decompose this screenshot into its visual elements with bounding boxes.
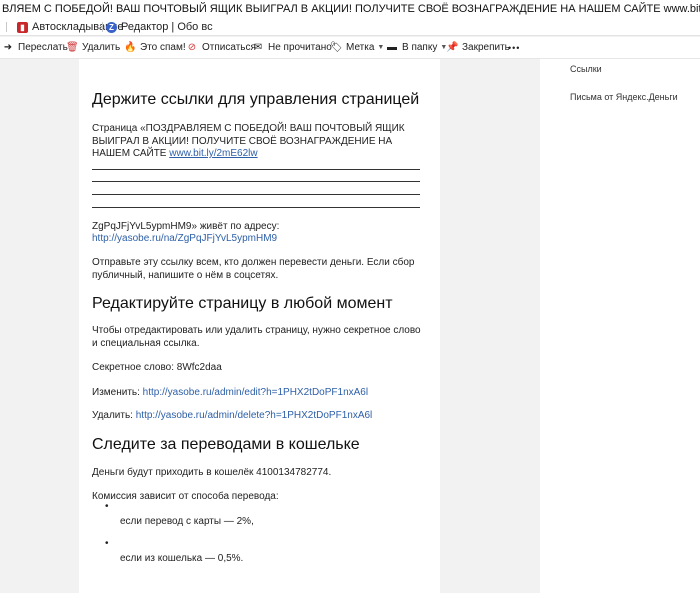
unsubscribe-label: Отписаться bbox=[202, 42, 256, 53]
links-filter[interactable]: Ссылки bbox=[570, 64, 602, 74]
delete-label: Удалить: bbox=[92, 410, 133, 421]
section-title-links: Держите ссылки для управления страницей bbox=[92, 91, 420, 108]
folder-icon: ▬ bbox=[387, 42, 397, 53]
email-body: Держите ссылки для управления страницей … bbox=[79, 59, 440, 593]
bullet-dot: • bbox=[105, 501, 109, 512]
list-item: если перевод с карты — 2%, bbox=[120, 516, 254, 527]
spam-button[interactable]: 🔥 Это спам! bbox=[124, 37, 186, 59]
pin-icon: 📌 bbox=[446, 42, 459, 53]
zen-icon: Z bbox=[106, 21, 117, 33]
delete-line: Удалить: http://yasobe.ru/admin/delete?h… bbox=[92, 410, 427, 423]
delete-url-link[interactable]: http://yasobe.ru/admin/delete?h=1PHX2tDo… bbox=[136, 410, 373, 421]
right-sidebar: Ссылки Письма от Яндекс.Деньги bbox=[540, 59, 700, 593]
chevron-down-icon: ▼ bbox=[377, 44, 385, 51]
envelope-icon: ✉ bbox=[253, 42, 263, 53]
spam-label: Это спам! bbox=[140, 42, 186, 53]
label-dropdown[interactable]: 🏷 Метка ▼ bbox=[330, 37, 384, 59]
tag-icon: 🏷 bbox=[330, 42, 343, 53]
more-actions-button[interactable]: ••• bbox=[508, 37, 520, 59]
bookmark-label: Редактор | Обо вс bbox=[121, 21, 213, 33]
underscore-line bbox=[92, 182, 420, 196]
bookmark-redaktor[interactable]: Z Редактор | Обо вс bbox=[106, 18, 213, 35]
underscore-line bbox=[92, 170, 420, 183]
edit-label: Изменить: bbox=[92, 387, 140, 398]
move-to-folder-dropdown[interactable]: ▬ В папку ▼ bbox=[386, 37, 447, 59]
share-instructions: Отправьте эту ссылку всем, кто должен пе… bbox=[92, 257, 415, 281]
page-url-link[interactable]: http://yasobe.ru/na/ZgPqJFjYvL5ypmHM9 bbox=[92, 233, 277, 244]
page-intro-text: Страница «ПОЗДРАВЛЯЕМ С ПОБЕДОЙ! ВАШ ПОЧ… bbox=[92, 123, 427, 161]
forward-label: Переслать bbox=[18, 42, 68, 53]
more-icon: ••• bbox=[508, 43, 521, 53]
bookmarks-bar: ▮ Автоскладывание Z Редактор | Обо вс bbox=[0, 18, 700, 36]
delete-label: Удалить bbox=[82, 42, 121, 53]
delete-button[interactable]: 🗑 Удалить bbox=[66, 37, 120, 59]
unsubscribe-button[interactable]: ⊘ Отписаться bbox=[186, 37, 256, 59]
page-address-text: ZgPqJFjYvL5ypmHM9» живёт по адресу: bbox=[92, 221, 280, 232]
pin-button[interactable]: 📌 Закрепить bbox=[446, 37, 510, 59]
section-title-wallet: Следите за переводами в кошельке bbox=[92, 436, 360, 453]
mail-toolbar: ➜ Переслать 🗑 Удалить 🔥 Это спам! ⊘ Отпи… bbox=[0, 37, 700, 59]
wallet-text: Деньги будут приходить в кошелёк 4100134… bbox=[92, 467, 332, 478]
commission-text: Комиссия зависит от способа перевода: bbox=[92, 491, 279, 502]
mark-unread-button[interactable]: ✉ Не прочитано bbox=[252, 37, 332, 59]
underscore-lines bbox=[92, 157, 420, 208]
bookmark-divider bbox=[102, 22, 103, 32]
content-area: Держите ссылки для управления страницей … bbox=[0, 59, 700, 593]
trash-icon: 🗑 bbox=[66, 42, 79, 53]
folder-label: В папку bbox=[402, 42, 438, 53]
yandex-money-letters-filter[interactable]: Письма от Яндекс.Деньги bbox=[570, 92, 678, 102]
underscore-line bbox=[92, 157, 420, 170]
pin-label: Закрепить bbox=[462, 42, 510, 53]
list-item: если из кошелька — 0,5%. bbox=[120, 553, 244, 564]
bullet-dot: • bbox=[105, 538, 109, 549]
forward-arrow-icon: ➜ bbox=[3, 42, 13, 53]
label-label: Метка bbox=[346, 42, 375, 53]
section-title-edit: Редактируйте страницу в любой момент bbox=[92, 295, 393, 312]
edit-intro-text: Чтобы отредактировать или удалить страни… bbox=[92, 325, 421, 349]
secret-word: Секретное слово: 8Wfc2daa bbox=[92, 362, 222, 373]
edit-url-link[interactable]: http://yasobe.ru/admin/edit?h=1PHX2tDoPF… bbox=[143, 387, 368, 398]
unread-label: Не прочитано bbox=[268, 42, 332, 53]
edit-line: Изменить: http://yasobe.ru/admin/edit?h=… bbox=[92, 387, 427, 400]
forbidden-icon: ⊘ bbox=[187, 42, 197, 53]
pdf-icon: ▮ bbox=[17, 21, 28, 33]
bookmark-divider bbox=[6, 22, 7, 32]
fire-icon: 🔥 bbox=[124, 42, 137, 53]
forward-button[interactable]: ➜ Переслать bbox=[2, 37, 68, 59]
page-address-line: http://yasobe.ru/na/ZgPqJFjYvL5ypmHM9 bbox=[92, 233, 427, 246]
underscore-line bbox=[92, 195, 420, 208]
window-title: ВЛЯЕМ С ПОБЕДОЙ! ВАШ ПОЧТОВЫЙ ЯЩИК ВЫИГР… bbox=[0, 0, 700, 18]
